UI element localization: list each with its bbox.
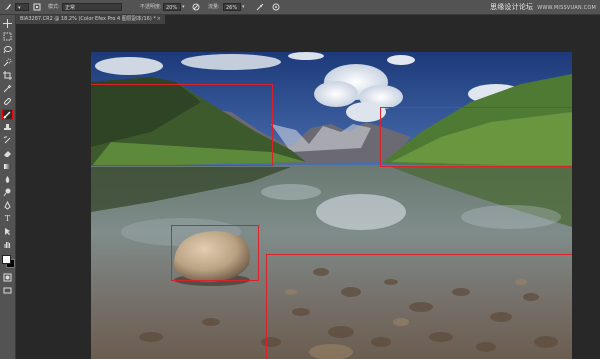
quick-mask-icon[interactable]: [3, 273, 12, 282]
marquee-tool-icon[interactable]: [3, 32, 12, 41]
flow-input[interactable]: 26%: [223, 3, 241, 11]
healing-brush-tool-icon[interactable]: [3, 97, 12, 106]
crop-tool-icon[interactable]: [3, 71, 12, 80]
watermark-text: 思缘设计论坛: [490, 3, 534, 11]
eyedropper-tool-icon[interactable]: [3, 84, 12, 93]
flow-dropdown-icon[interactable]: ▾: [242, 0, 245, 14]
opacity-input[interactable]: 20%: [163, 3, 181, 11]
document-tab[interactable]: BIA3287.CR2 @ 18.2% (Color Efex Pro 4 图层…: [16, 15, 166, 24]
clone-stamp-tool-icon[interactable]: [3, 123, 12, 132]
opacity-label: 不透明度:: [140, 4, 162, 10]
annotation-box-left-mountain: [91, 84, 273, 166]
annotation-box-right-mountain: [380, 107, 572, 167]
mode-select[interactable]: 正常: [62, 3, 122, 11]
dodge-tool-icon[interactable]: [3, 188, 12, 197]
opacity-dropdown-icon[interactable]: ▾: [182, 0, 185, 14]
screen-mode-icon[interactable]: [3, 286, 12, 295]
blur-tool-icon[interactable]: [3, 175, 12, 184]
annotation-box-pebbles: [266, 254, 572, 359]
path-selection-tool-icon[interactable]: [3, 227, 12, 236]
close-tab-icon[interactable]: ×: [157, 15, 161, 24]
pen-tool-icon[interactable]: [3, 201, 12, 210]
document-title: BIA3287.CR2 @ 18.2% (Color Efex Pro 4 图层…: [20, 16, 156, 22]
brush-tool-icon[interactable]: [2, 109, 13, 120]
mode-label: 模式:: [48, 4, 60, 10]
eraser-tool-icon[interactable]: [3, 149, 12, 158]
move-tool-icon[interactable]: [3, 19, 12, 28]
watermark-site: WWW.MISSVUAN.COM: [537, 5, 596, 11]
history-brush-tool-icon[interactable]: [3, 136, 12, 145]
tools-panel: T: [0, 15, 16, 359]
pressure-size-icon[interactable]: [272, 3, 280, 11]
gradient-tool-icon[interactable]: [3, 162, 12, 171]
brush-panel-icon[interactable]: [33, 3, 41, 11]
watermark: 思缘设计论坛 WWW.MISSVUAN.COM: [490, 0, 596, 15]
options-bar: ▾ 模式: 正常 不透明度: 20% ▾ 流量: 26% ▾ 思缘设计论坛 WWW…: [0, 0, 600, 15]
airbrush-icon[interactable]: [256, 3, 264, 11]
pressure-opacity-icon[interactable]: [192, 3, 200, 11]
annotation-box-boulder: [171, 225, 259, 281]
foreground-color-swatch[interactable]: [2, 255, 11, 264]
type-tool-icon[interactable]: T: [3, 214, 12, 223]
flow-label: 流量:: [208, 4, 220, 10]
image-canvas[interactable]: [91, 52, 572, 359]
hand-tool-icon[interactable]: [3, 240, 12, 249]
brush-size-picker[interactable]: ▾: [15, 3, 29, 11]
quick-selection-tool-icon[interactable]: [3, 58, 12, 67]
brush-preset-icon[interactable]: [4, 3, 12, 11]
lasso-tool-icon[interactable]: [3, 45, 12, 54]
